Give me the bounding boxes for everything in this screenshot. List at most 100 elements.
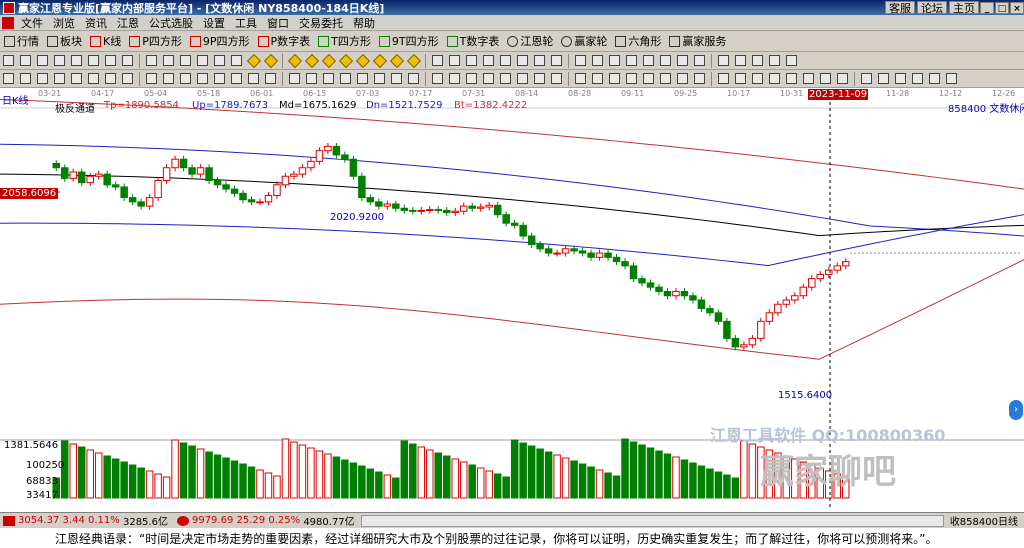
analysis-tool-icon-59[interactable] [944,71,959,86]
drawing-tool-icon-34[interactable] [549,53,564,68]
analysis-tool-icon-52[interactable] [835,71,850,86]
analysis-tool-icon-38[interactable] [607,71,622,86]
analysis-tool-icon-9[interactable] [144,71,159,86]
analysis-tool-icon-36[interactable] [573,71,588,86]
drawing-tool-icon-18[interactable] [287,53,302,68]
drawing-tool-icon-40[interactable] [641,53,656,68]
analysis-tool-icon-24[interactable] [389,71,404,86]
analysis-tool-icon-12[interactable] [195,71,210,86]
tb-p-table-button[interactable]: P数字表 [254,32,315,50]
analysis-tool-icon-1[interactable] [18,71,33,86]
scroll-right-icon[interactable]: › [1009,400,1023,420]
analysis-tool-icon-56[interactable] [893,71,908,86]
drawing-tool-icon-37[interactable] [590,53,605,68]
analysis-tool-icon-47[interactable] [750,71,765,86]
analysis-tool-icon-40[interactable] [641,71,656,86]
drawing-tool-icon-21[interactable] [338,53,353,68]
analysis-tool-icon-45[interactable] [716,71,731,86]
tb-winner-wheel-button[interactable]: 赢家轮 [557,32,611,50]
drawing-tool-icon-1[interactable] [18,53,33,68]
analysis-tool-icon-13[interactable] [212,71,227,86]
drawing-tool-icon-19[interactable] [304,53,319,68]
menu-trade[interactable]: 交易委托 [294,15,348,31]
tb-kline-button[interactable]: K线 [86,32,125,50]
analysis-tool-icon-11[interactable] [178,71,193,86]
analysis-tool-icon-48[interactable] [767,71,782,86]
drawing-tool-icon-25[interactable] [406,53,421,68]
analysis-tool-icon-25[interactable] [406,71,421,86]
analysis-tool-icon-29[interactable] [464,71,479,86]
analysis-tool-icon-18[interactable] [287,71,302,86]
analysis-tool-icon-23[interactable] [372,71,387,86]
drawing-tool-icon-41[interactable] [658,53,673,68]
analysis-tool-icon-39[interactable] [624,71,639,86]
drawing-tool-icon-12[interactable] [195,53,210,68]
menu-news[interactable]: 资讯 [80,15,112,31]
drawing-tool-icon-3[interactable] [52,53,67,68]
analysis-tool-icon-51[interactable] [818,71,833,86]
drawing-tool-icon-0[interactable] [1,53,16,68]
drawing-tool-icon-11[interactable] [178,53,193,68]
drawing-tool-icon-27[interactable] [430,53,445,68]
analysis-tool-icon-20[interactable] [321,71,336,86]
tb-9t-square-button[interactable]: 9T四方形 [375,32,443,50]
drawing-tool-icon-39[interactable] [624,53,639,68]
menu-gann[interactable]: 江恩 [112,15,144,31]
maximize-icon[interactable]: □ [995,1,1009,14]
menu-browse[interactable]: 浏览 [48,15,80,31]
tb-quote-button[interactable]: 行情 [0,32,43,50]
tb-t-square-button[interactable]: T四方形 [314,32,375,50]
index2-segment[interactable]: 9979.69 25.29 0.25% 4980.77亿 [174,513,355,528]
forum-link[interactable]: 论坛 [917,1,947,15]
analysis-tool-icon-5[interactable] [86,71,101,86]
tb-gann-wheel-button[interactable]: 江恩轮 [503,32,557,50]
analysis-tool-icon-30[interactable] [481,71,496,86]
homepage-link[interactable]: 主页 [949,1,979,15]
analysis-tool-icon-2[interactable] [35,71,50,86]
tb-hexagon-button[interactable]: 六角形 [611,32,665,50]
analysis-tool-icon-15[interactable] [246,71,261,86]
menu-tools[interactable]: 工具 [230,15,262,31]
analysis-tool-icon-33[interactable] [532,71,547,86]
analysis-tool-icon-43[interactable] [692,71,707,86]
analysis-tool-icon-3[interactable] [52,71,67,86]
analysis-tool-icon-14[interactable] [229,71,244,86]
analysis-tool-icon-27[interactable] [430,71,445,86]
drawing-tool-icon-13[interactable] [212,53,227,68]
analysis-tool-icon-22[interactable] [355,71,370,86]
tb-t-table-button[interactable]: T数字表 [443,32,504,50]
analysis-tool-icon-6[interactable] [103,71,118,86]
tb-9p-square-button[interactable]: 9P四方形 [186,32,254,50]
drawing-tool-icon-42[interactable] [675,53,690,68]
drawing-tool-icon-6[interactable] [103,53,118,68]
analysis-tool-icon-34[interactable] [549,71,564,86]
analysis-tool-icon-50[interactable] [801,71,816,86]
menu-window[interactable]: 窗口 [262,15,294,31]
analysis-tool-icon-54[interactable] [859,71,874,86]
drawing-tool-icon-49[interactable] [784,53,799,68]
drawing-tool-icon-36[interactable] [573,53,588,68]
minimize-icon[interactable]: _ [980,1,994,14]
drawing-tool-icon-47[interactable] [750,53,765,68]
analysis-tool-icon-41[interactable] [658,71,673,86]
analysis-tool-icon-49[interactable] [784,71,799,86]
menu-file[interactable]: 文件 [16,15,48,31]
drawing-tool-icon-48[interactable] [767,53,782,68]
menu-help[interactable]: 帮助 [348,15,380,31]
analysis-tool-icon-16[interactable] [263,71,278,86]
analysis-tool-icon-37[interactable] [590,71,605,86]
kline-chart[interactable]: 日K线 极反通道 Tp=1890.5854 Up=1789.7673 Md=16… [0,88,1024,512]
drawing-tool-icon-46[interactable] [733,53,748,68]
drawing-tool-icon-4[interactable] [69,53,84,68]
tb-p-square-button[interactable]: P四方形 [125,32,186,50]
drawing-tool-icon-32[interactable] [515,53,530,68]
analysis-tool-icon-57[interactable] [910,71,925,86]
index1-segment[interactable]: 3054.37 3.44 0.11% 3285.6亿 [0,513,168,528]
drawing-tool-icon-20[interactable] [321,53,336,68]
analysis-tool-icon-46[interactable] [733,71,748,86]
analysis-tool-icon-58[interactable] [927,71,942,86]
menu-formula[interactable]: 公式选股 [144,15,198,31]
analysis-tool-icon-10[interactable] [161,71,176,86]
drawing-tool-icon-7[interactable] [120,53,135,68]
drawing-tool-icon-30[interactable] [481,53,496,68]
